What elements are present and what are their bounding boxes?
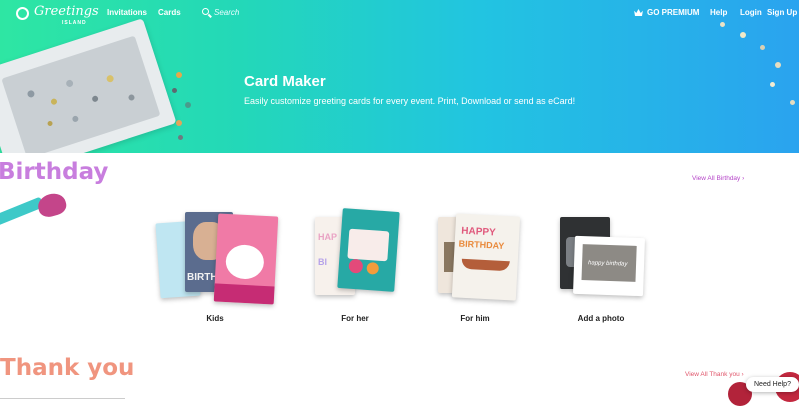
confetti-dot xyxy=(185,102,191,108)
card-thumbnail: happy birthday xyxy=(573,235,645,297)
card-text: BIRTHDAY xyxy=(458,238,505,251)
search-input[interactable] xyxy=(214,6,294,19)
category-add-a-photo[interactable]: happy birthday Add a photo xyxy=(536,207,666,327)
category-for-him[interactable]: HAPPY BIRTHDAY For him xyxy=(410,207,540,327)
thank-you-section-title: Thank you xyxy=(0,355,135,381)
view-all-birthday-link[interactable]: View All Birthday › xyxy=(692,175,744,182)
card-thumbnail: HAPPY BIRTHDAY xyxy=(451,213,521,301)
section-divider xyxy=(0,398,125,399)
category-kids[interactable]: BIRTH Kids xyxy=(150,207,280,327)
nav-invitations[interactable]: Invitations xyxy=(107,8,147,17)
envelope-illustration xyxy=(0,14,194,153)
go-premium-link[interactable]: GO PREMIUM xyxy=(634,8,699,17)
logo-subtext: ISLAND xyxy=(62,20,87,26)
confetti-dot xyxy=(50,97,58,106)
category-label[interactable]: For her xyxy=(290,314,420,323)
confetti-dot xyxy=(91,95,99,103)
confetti-dot xyxy=(172,88,177,93)
card-text: BIRTH xyxy=(187,272,218,283)
category-for-her[interactable]: HAP BI For her xyxy=(290,207,420,327)
confetti-dot xyxy=(740,32,746,38)
need-help-button[interactable]: Need Help? xyxy=(746,377,799,392)
category-label[interactable]: For him xyxy=(410,314,540,323)
confetti-dot xyxy=(71,115,80,123)
logo-text: Greetings xyxy=(34,4,99,19)
confetti-dot xyxy=(770,82,775,87)
card-thumbnail xyxy=(337,208,400,292)
greetings-island-logo[interactable]: Greetings ISLAND xyxy=(16,4,99,28)
confetti-dot xyxy=(176,72,182,78)
flower-decoration xyxy=(366,261,380,275)
card-banner xyxy=(347,228,390,262)
category-label[interactable]: Kids xyxy=(150,314,280,323)
party-horn-tube xyxy=(0,196,45,227)
nav-login[interactable]: Login xyxy=(740,8,762,17)
card-band xyxy=(213,283,275,305)
confetti-dot xyxy=(105,74,115,84)
card-text: HAP xyxy=(318,232,338,242)
birthday-section-title: Birthday xyxy=(0,159,109,185)
hero-subtitle: Easily customize greeting cards for ever… xyxy=(244,96,576,106)
category-label[interactable]: Add a photo xyxy=(536,314,666,323)
confetti-dot xyxy=(760,45,765,50)
unicorn-illustration xyxy=(224,243,265,280)
crown-icon xyxy=(634,9,643,16)
go-premium-label: GO PREMIUM xyxy=(647,8,700,17)
confetti-dot xyxy=(775,62,781,68)
nav-signup[interactable]: Sign Up xyxy=(767,8,797,17)
search-icon[interactable] xyxy=(202,8,209,15)
confetti-dot xyxy=(46,120,54,127)
confetti-dot xyxy=(790,100,795,105)
hero-title: Card Maker xyxy=(244,73,326,90)
logo-mark-icon xyxy=(16,7,29,20)
flower-decoration xyxy=(348,258,364,274)
boat-illustration xyxy=(461,258,510,272)
card-thumbnail xyxy=(213,213,279,305)
party-horn-tip xyxy=(35,190,69,220)
card-text: HAPPY xyxy=(461,225,497,239)
party-horn-illustration xyxy=(0,190,70,227)
card-text: BI xyxy=(318,257,327,267)
confetti-dot xyxy=(176,120,182,126)
confetti-dot xyxy=(26,89,36,99)
confetti-dot xyxy=(65,79,75,88)
hero-banner: Greetings ISLAND Invitations Cards GO PR… xyxy=(0,0,799,153)
top-navigation: Greetings ISLAND Invitations Cards GO PR… xyxy=(0,0,799,30)
confetti-dot xyxy=(178,135,183,140)
confetti-dot xyxy=(127,93,136,102)
nav-help[interactable]: Help xyxy=(710,8,727,17)
nav-cards[interactable]: Cards xyxy=(158,8,181,17)
